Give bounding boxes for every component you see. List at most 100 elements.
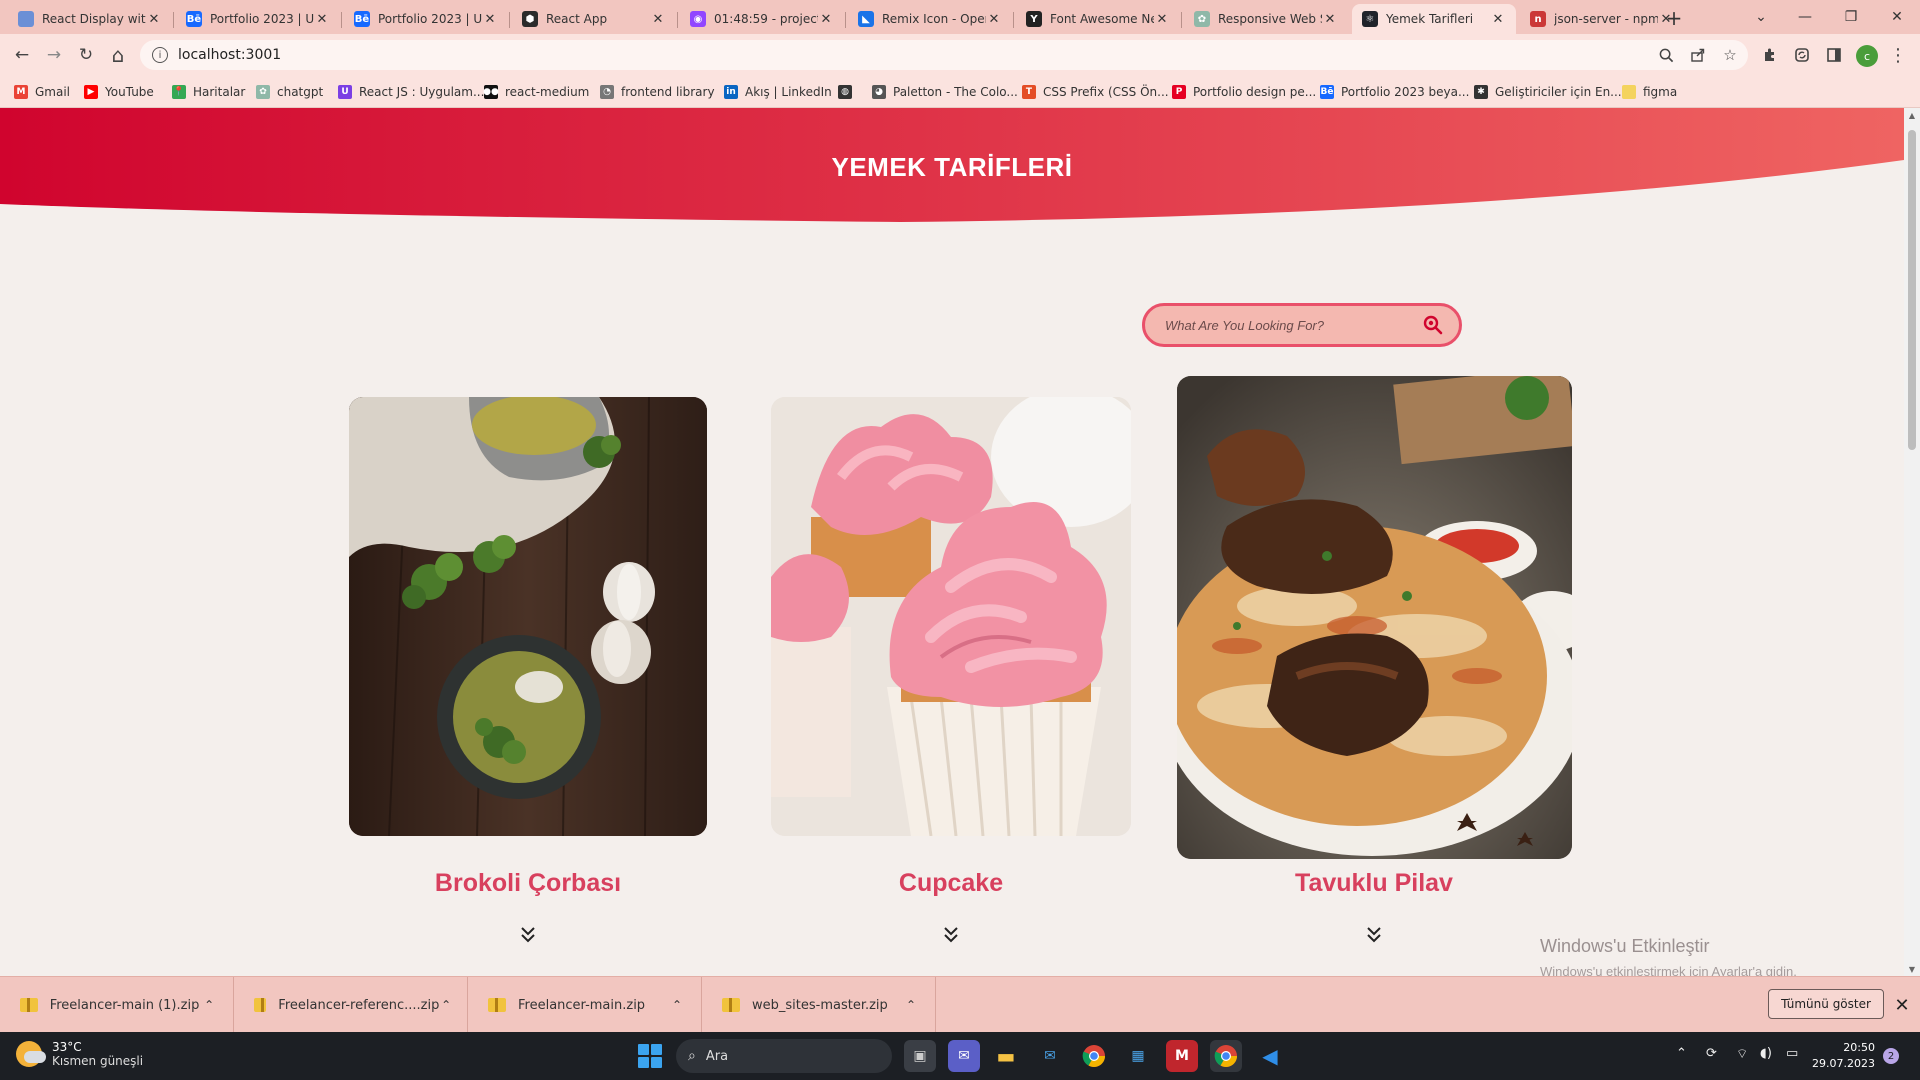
double-chevron-down-icon[interactable] bbox=[513, 923, 543, 947]
sync-icon[interactable]: ⟳ bbox=[1706, 1046, 1717, 1061]
windows-start-icon[interactable] bbox=[638, 1044, 662, 1068]
scroll-down-arrow-icon[interactable]: ▼ bbox=[1904, 962, 1920, 976]
wifi-icon[interactable]: ⌔ bbox=[1736, 1046, 1748, 1062]
double-chevron-down-icon[interactable] bbox=[936, 923, 966, 947]
browser-tab[interactable]: Bē Portfolio 2023 | UX ✕ bbox=[176, 4, 340, 34]
teams-chat-icon[interactable]: ✉ bbox=[948, 1040, 980, 1072]
bookmark-item[interactable]: ●● react-medium bbox=[483, 82, 589, 102]
chatgpt-favicon: ✿ bbox=[1194, 11, 1210, 27]
file-explorer-icon[interactable]: ▬ bbox=[990, 1040, 1022, 1072]
chrome-icon[interactable] bbox=[1078, 1040, 1110, 1072]
profile-avatar[interactable]: c bbox=[1856, 45, 1878, 67]
browser-tab[interactable]: ⬢ React App ✕ bbox=[512, 4, 676, 34]
restore-icon[interactable]: ❐ bbox=[1828, 2, 1874, 32]
bookmark-item[interactable]: 📍 Haritalar bbox=[172, 82, 245, 102]
mail-icon[interactable]: ✉ bbox=[1034, 1040, 1066, 1072]
notification-badge[interactable]: 2 bbox=[1883, 1048, 1899, 1064]
weather-widget[interactable]: 33°C Kısmen güneşli bbox=[16, 1040, 143, 1068]
browser-menu-icon[interactable]: ⋮ bbox=[1884, 41, 1912, 69]
chevron-up-icon[interactable]: ⌃ bbox=[901, 998, 921, 1012]
reload-button[interactable]: ↻ bbox=[72, 41, 100, 69]
download-item[interactable]: Freelancer-referenc....zip ⌃ bbox=[234, 977, 468, 1033]
close-tab-icon[interactable]: ✕ bbox=[1154, 12, 1170, 27]
bookmark-item[interactable]: ◍ bbox=[838, 82, 859, 102]
browser-tab[interactable]: Y Font Awesome Ne ✕ bbox=[1016, 4, 1180, 34]
search-button[interactable] bbox=[1421, 313, 1445, 337]
bookmark-item[interactable]: ▶ YouTube bbox=[84, 82, 154, 102]
close-tab-icon[interactable]: ✕ bbox=[146, 12, 162, 27]
recipe-image[interactable] bbox=[771, 397, 1131, 836]
taskbar-search[interactable]: ⌕ Ara bbox=[676, 1039, 892, 1073]
bookmark-item[interactable]: M Gmail bbox=[14, 82, 70, 102]
chevron-up-icon[interactable]: ⌃ bbox=[1676, 1046, 1687, 1061]
share-icon[interactable] bbox=[1686, 41, 1710, 69]
close-tab-icon[interactable]: ✕ bbox=[986, 12, 1002, 27]
chrome-active-icon[interactable] bbox=[1210, 1040, 1242, 1072]
download-item[interactable]: web_sites-master.zip ⌃ bbox=[702, 977, 936, 1033]
back-button[interactable]: ← bbox=[8, 41, 36, 69]
recipe-image[interactable] bbox=[349, 397, 707, 836]
recipe-title[interactable]: Brokoli Çorbası bbox=[328, 869, 728, 898]
browser-tab[interactable]: ⚛ Yemek Tarifleri ✕ bbox=[1352, 4, 1516, 34]
scroll-up-arrow-icon[interactable]: ▲ bbox=[1904, 108, 1920, 122]
store-icon[interactable]: ▦ bbox=[1122, 1040, 1154, 1072]
search-input[interactable] bbox=[1165, 317, 1421, 333]
bookmark-item[interactable]: ◕ Paletton - The Colo... bbox=[872, 82, 1018, 102]
vscode-icon[interactable]: ◀ bbox=[1254, 1040, 1286, 1072]
recipe-search[interactable] bbox=[1142, 303, 1462, 347]
chevron-up-icon[interactable]: ⌃ bbox=[667, 998, 687, 1012]
sync-extension-icon[interactable] bbox=[1788, 41, 1816, 69]
browser-tab[interactable]: Bē Portfolio 2023 | UX ✕ bbox=[344, 4, 508, 34]
minimize-icon[interactable]: — bbox=[1782, 2, 1828, 32]
double-chevron-down-icon[interactable] bbox=[1359, 923, 1389, 947]
chevron-up-icon[interactable]: ⌃ bbox=[439, 998, 453, 1012]
close-tab-icon[interactable]: ✕ bbox=[818, 12, 834, 27]
close-tab-icon[interactable]: ✕ bbox=[482, 12, 498, 27]
battery-icon[interactable]: ▭ bbox=[1786, 1046, 1798, 1061]
bookmark-star-icon[interactable]: ☆ bbox=[1718, 41, 1742, 69]
recipe-image[interactable] bbox=[1177, 376, 1572, 859]
close-tab-icon[interactable]: ✕ bbox=[1322, 12, 1338, 27]
tab-search-icon[interactable]: ⌄ bbox=[1738, 2, 1784, 32]
tab-separator bbox=[341, 12, 342, 28]
side-panel-icon[interactable] bbox=[1820, 41, 1848, 69]
react-favicon: ⚛ bbox=[1362, 11, 1378, 27]
system-clock[interactable]: 20:50 29.07.2023 bbox=[1812, 1040, 1875, 1072]
browser-tab[interactable]: ✿ Responsive Web S ✕ bbox=[1184, 4, 1348, 34]
address-bar[interactable]: i localhost:3001 bbox=[140, 40, 1748, 70]
bookmark-item[interactable]: P Portfolio design pe... bbox=[1172, 82, 1316, 102]
mcafee-icon[interactable]: M bbox=[1166, 1040, 1198, 1072]
recipe-title[interactable]: Tavuklu Pilav bbox=[1174, 869, 1574, 898]
home-button[interactable]: ⌂ bbox=[104, 41, 132, 69]
browser-tab[interactable]: ◉ 01:48:59 - project ✕ bbox=[680, 4, 844, 34]
close-tab-icon[interactable]: ✕ bbox=[1490, 12, 1506, 27]
recipe-title[interactable]: Cupcake bbox=[751, 869, 1151, 898]
bookmark-item[interactable]: Bē Portfolio 2023 beya... bbox=[1320, 82, 1469, 102]
bookmark-item[interactable]: T CSS Prefix (CSS Ön... bbox=[1022, 82, 1169, 102]
page-scrollbar[interactable]: ▲ ▼ bbox=[1904, 108, 1920, 976]
chevron-up-icon[interactable]: ⌃ bbox=[199, 998, 219, 1012]
extensions-icon[interactable] bbox=[1756, 41, 1784, 69]
bookmark-item[interactable]: figma bbox=[1622, 82, 1677, 102]
close-tab-icon[interactable]: ✕ bbox=[650, 12, 666, 27]
site-info-icon[interactable]: i bbox=[152, 47, 168, 63]
close-window-icon[interactable]: ✕ bbox=[1874, 2, 1920, 32]
new-tab-button[interactable]: + bbox=[1660, 4, 1688, 32]
task-view-icon[interactable]: ▣ bbox=[904, 1040, 936, 1072]
scrollbar-thumb[interactable] bbox=[1908, 130, 1916, 450]
bookmark-item[interactable]: ◔ frontend library bbox=[600, 82, 715, 102]
bookmark-item[interactable]: ✱ Geliştiriciler için En... bbox=[1474, 82, 1622, 102]
download-item[interactable]: Freelancer-main.zip ⌃ bbox=[468, 977, 702, 1033]
browser-tab[interactable]: ◣ Remix Icon - Open ✕ bbox=[848, 4, 1012, 34]
forward-button[interactable]: → bbox=[40, 41, 68, 69]
browser-tab[interactable]: React Display with ✕ bbox=[8, 4, 172, 34]
volume-icon[interactable]: ◖) bbox=[1760, 1046, 1772, 1061]
bookmark-item[interactable]: in Akış | LinkedIn bbox=[724, 82, 832, 102]
close-tab-icon[interactable]: ✕ bbox=[314, 12, 330, 27]
show-all-downloads-button[interactable]: Tümünü göster bbox=[1768, 989, 1884, 1019]
zoom-icon[interactable] bbox=[1654, 41, 1678, 69]
bookmark-item[interactable]: ✿ chatgpt bbox=[256, 82, 323, 102]
bookmark-item[interactable]: U React JS : Uygulam... bbox=[338, 82, 484, 102]
download-item[interactable]: Freelancer-main (1).zip ⌃ bbox=[0, 977, 234, 1033]
close-downloads-icon[interactable]: ✕ bbox=[1892, 991, 1912, 1019]
